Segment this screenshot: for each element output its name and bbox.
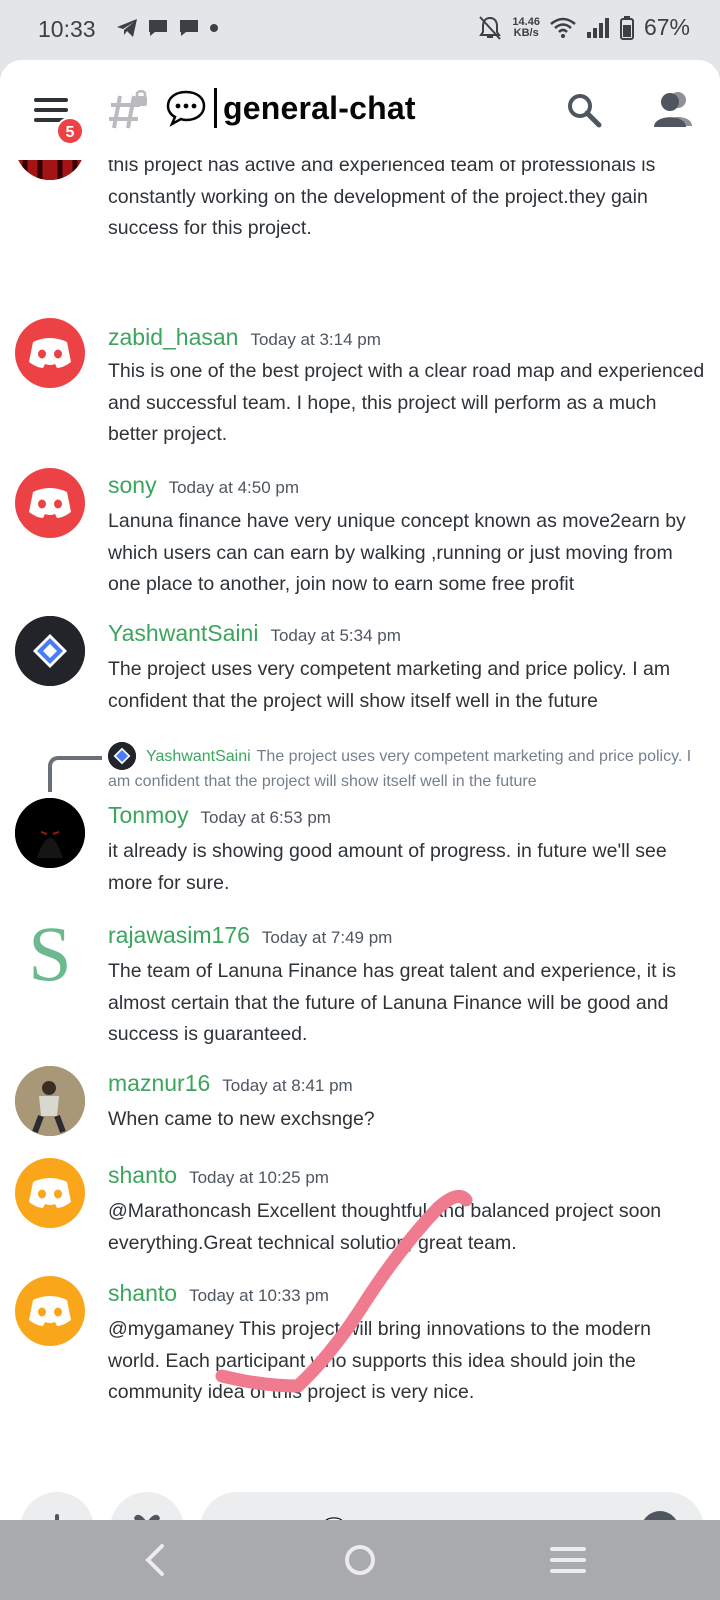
status-right: 14.46 KB/s 67% [478,14,690,41]
notification-icons [116,18,219,38]
message-body: The project uses very competent marketin… [108,658,671,712]
timestamp: Today at 5:34 pm [270,626,401,645]
status-bar: 10:33 14.46 KB/s 67% [0,0,720,62]
letter-s-avatar: S [15,918,85,988]
timestamp: Today at 6:53 pm [200,808,331,827]
username[interactable]: rajawasim176 [108,922,250,949]
message-input[interactable] [200,1492,704,1520]
reply-connector [48,756,102,792]
hash-lock-icon [109,90,147,129]
message-input-bar [0,1470,720,1520]
speech-bubble-icon [166,90,206,127]
channel-title: general-chat [223,89,416,126]
recents-icon[interactable] [548,1540,588,1580]
timestamp: Today at 10:33 pm [189,1286,329,1305]
avatar[interactable] [15,1066,85,1136]
timestamp: Today at 8:41 pm [222,1076,353,1095]
username[interactable]: zabid_hasan [108,324,238,351]
system-nav-bar [0,1520,720,1600]
username[interactable]: Tonmoy [108,802,189,829]
username[interactable]: sony [108,472,157,499]
add-attachment-button[interactable] [20,1492,94,1520]
menu-bar [34,108,68,112]
avatar[interactable] [15,160,85,180]
message-meta: zabid_hasan Today at 3:14 pm [108,324,381,351]
network-speed-value: 14.46 [512,15,540,28]
plus-icon [55,1514,59,1520]
avatar[interactable] [15,616,85,686]
discord-logo-icon [29,1178,71,1208]
battery-icon [619,15,634,40]
signal-icon [586,17,609,38]
back-icon[interactable] [136,1540,176,1580]
timestamp: Today at 7:49 pm [261,928,393,947]
channel-title-wrap: general-chat [166,88,416,128]
chat-bubble-icon [180,20,198,36]
message-body: The team of Lanuna Finance has great tal… [108,960,677,1045]
message-body: @Marathoncash Excellent thoughtful and b… [108,1200,662,1254]
avatar[interactable] [15,798,85,868]
photo-avatar [15,1066,85,1136]
message-meta: rajawasim176 Today at 7:49 pm [108,922,392,949]
message-body: @mygamaney This project will bring innov… [108,1318,651,1403]
timestamp: Today at 10:25 pm [189,1168,329,1187]
username[interactable]: shanto [108,1162,177,1189]
notification-badge: 5 [56,117,84,145]
svg-text:S: S [28,918,71,988]
home-icon[interactable] [340,1540,380,1580]
username[interactable]: maznur16 [108,1070,210,1097]
chat-panel: 5 general-chat this project has active a… [0,60,720,1520]
timestamp: Today at 3:14 pm [250,330,381,349]
message-body: When came to new exchsnge? [108,1108,375,1130]
network-speed-unit: KB/s [513,26,539,39]
chat-bubble-icon [149,20,167,36]
emoji-icon[interactable] [640,1510,680,1520]
avatar[interactable] [15,318,85,388]
telegram-icon [117,19,137,37]
message-meta: maznur16 Today at 8:41 pm [108,1070,353,1097]
message-body: this project has active and experienced … [108,160,656,239]
battery-percent: 67% [643,14,690,40]
message-meta: shanto Today at 10:33 pm [108,1280,329,1307]
reply-text: YashwantSaini The project uses very compe… [108,744,708,794]
diamond-logo-icon [15,616,85,686]
avatar[interactable]: S [15,918,85,988]
message-body: This is one of the best project with a c… [108,360,705,445]
avatar[interactable] [15,468,85,538]
avatar[interactable] [15,1276,85,1346]
dot-icon [210,24,218,32]
members-icon[interactable] [652,90,694,128]
reply-username: YashwantSaini [146,748,251,765]
message-body: it already is showing good amount of pro… [108,840,667,894]
bell-muted-icon [479,15,502,40]
timestamp: Today at 4:50 pm [168,478,300,497]
search-icon[interactable] [566,92,602,128]
channel-header: 5 general-chat [0,60,720,160]
discord-logo-icon [29,488,71,518]
gift-button[interactable] [110,1492,184,1520]
message-body: Lanuna finance have very unique concept … [108,510,686,595]
menu-bar [34,98,68,102]
status-time: 10:33 [38,16,96,42]
message-list: this project has active and experienced … [0,160,720,1470]
username[interactable]: YashwantSaini [108,620,258,647]
username[interactable]: shanto [108,1280,177,1307]
discord-logo-icon [29,1296,71,1326]
network-speed: 14.46 KB/s [512,15,540,39]
avatar-art [15,160,85,180]
message-meta: YashwantSaini Today at 5:34 pm [108,620,401,647]
avatar[interactable] [15,1158,85,1228]
message-meta: shanto Today at 10:25 pm [108,1162,329,1189]
message-meta: Tonmoy Today at 6:53 pm [108,802,331,829]
message-meta: sony Today at 4:50 pm [108,472,299,499]
discord-logo-icon [29,338,71,368]
title-divider [214,88,217,128]
gift-icon [134,1514,160,1520]
avatar-art [15,798,85,868]
wifi-icon [550,17,576,38]
